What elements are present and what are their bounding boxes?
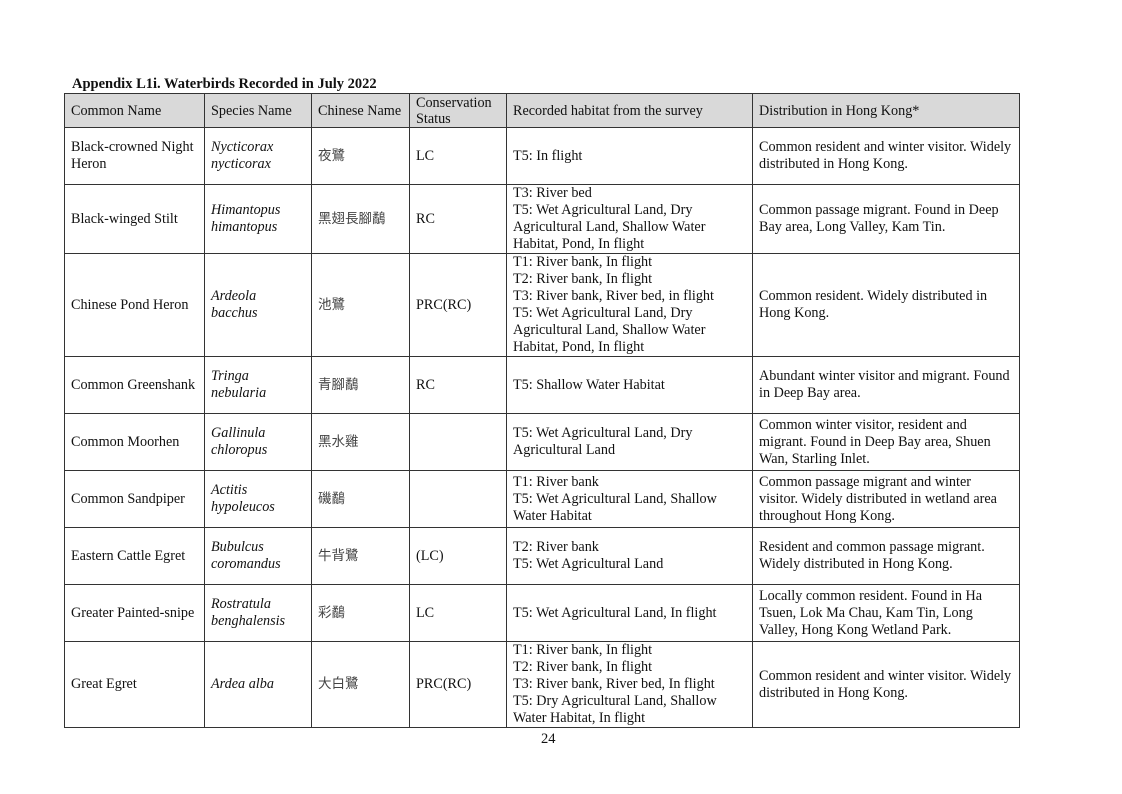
- conservation-status-cell: PRC(RC): [409, 641, 507, 728]
- header-common-name: Common Name: [64, 93, 205, 128]
- species-name-cell: Ardeola bacchus: [204, 253, 312, 357]
- species-name-cell: Ardea alba: [204, 641, 312, 728]
- recorded-habitat-cell: T5: Shallow Water Habitat: [506, 356, 753, 414]
- common-name-cell: Black-crowned Night Heron: [64, 127, 205, 185]
- conservation-status-cell: (LC): [409, 527, 507, 585]
- chinese-name-cell: 磯鷸: [311, 470, 410, 528]
- habitat-line: T5: Wet Agricultural Land, In flight: [513, 604, 717, 621]
- habitat-line: T1: River bank: [513, 473, 599, 490]
- recorded-habitat-cell: T1: River bank T5: Wet Agricultural Land,…: [506, 470, 753, 528]
- document-title: Appendix L1i. Waterbirds Recorded in Jul…: [72, 76, 377, 92]
- chinese-name-cell: 大白鷺: [311, 641, 410, 728]
- habitat-line: T1: River bank, In flight: [513, 254, 653, 270]
- table-row: Common Moorhen Gallinula chloropus 黑水雞 T5: …: [64, 413, 1020, 471]
- conservation-status-cell: [409, 413, 507, 471]
- recorded-habitat-cell: T2: River bank T5: Wet Agricultural Land: [506, 527, 753, 585]
- habitat-line: T2: River bank, In flight: [513, 659, 653, 675]
- table-header-row: Common Name Species Name Chinese Name Co…: [64, 93, 1020, 128]
- chinese-name-cell: 彩鷸: [311, 584, 410, 642]
- conservation-status-cell: LC: [409, 584, 507, 642]
- header-recorded-habitat: Recorded habitat from the survey: [506, 93, 753, 128]
- habitat-line: T5: In flight: [513, 147, 583, 164]
- table-row: Chinese Pond Heron Ardeola bacchus 池鷺 PRC(R…: [64, 253, 1020, 357]
- distribution-cell: Resident and common passage migrant. Wid…: [752, 527, 1020, 585]
- chinese-name-cell: 青腳鷸: [311, 356, 410, 414]
- habitat-line: T5: Shallow Water Habitat: [513, 376, 665, 393]
- table-row: Greater Painted-snipe Rostratula benghale…: [64, 584, 1020, 642]
- chinese-name-cell: 黑水雞: [311, 413, 410, 471]
- recorded-habitat-cell: T3: River bed T5: Wet Agricultural Land, …: [506, 184, 753, 254]
- common-name-cell: Chinese Pond Heron: [64, 253, 205, 357]
- common-name-cell: Great Egret: [64, 641, 205, 728]
- table-row: Great Egret Ardea alba 大白鷺 PRC(RC) T1: River…: [64, 641, 1020, 728]
- distribution-cell: Common resident and winter visitor. Wide…: [752, 641, 1020, 728]
- distribution-cell: Common resident and winter visitor. Wide…: [752, 127, 1020, 185]
- habitat-line: T3: River bank, River bed, In flight: [513, 676, 715, 692]
- recorded-habitat-cell: T5: In flight: [506, 127, 753, 185]
- distribution-cell: Common passage migrant. Found in Deep Ba…: [752, 184, 1020, 254]
- common-name-cell: Common Moorhen: [64, 413, 205, 471]
- conservation-status-cell: PRC(RC): [409, 253, 507, 357]
- conservation-status-cell: RC: [409, 356, 507, 414]
- habitat-line: T5: Wet Agricultural Land, Shallow Water…: [513, 490, 717, 524]
- habitat-line: T5: Wet Agricultural Land: [513, 556, 664, 572]
- distribution-cell: Locally common resident. Found in Ha Tsu…: [752, 584, 1020, 642]
- chinese-name-cell: 夜鷺: [311, 127, 410, 185]
- species-name-cell: Tringa nebularia: [204, 356, 312, 414]
- chinese-name-cell: 牛背鷺: [311, 527, 410, 585]
- habitat-line: T5: Wet Agricultural Land, Dry Agricultu…: [513, 202, 706, 252]
- species-name-cell: Bubulcus coromandus: [204, 527, 312, 585]
- distribution-cell: Common winter visitor, resident and migr…: [752, 413, 1020, 471]
- table-row: Eastern Cattle Egret Bubulcus coromandus 牛…: [64, 527, 1020, 585]
- habitat-line: T5: Wet Agricultural Land, Dry Agricultu…: [513, 425, 693, 458]
- recorded-habitat-cell: T5: Wet Agricultural Land, Dry Agricultu…: [506, 413, 753, 471]
- conservation-status-cell: LC: [409, 127, 507, 185]
- species-name-cell: Himantopus himantopus: [204, 184, 312, 254]
- recorded-habitat-cell: T5: Wet Agricultural Land, In flight: [506, 584, 753, 642]
- recorded-habitat-cell: T1: River bank, In flight T2: River bank,…: [506, 253, 753, 357]
- chinese-name-cell: 池鷺: [311, 253, 410, 357]
- habitat-line: T5: Dry Agricultural Land, Shallow Water…: [513, 693, 717, 726]
- distribution-cell: Common resident. Widely distributed in H…: [752, 253, 1020, 357]
- distribution-cell: Common passage migrant and winter visito…: [752, 470, 1020, 528]
- species-name-cell: Gallinula chloropus: [204, 413, 312, 471]
- common-name-cell: Common Greenshank: [64, 356, 205, 414]
- species-name-cell: Actitis hypoleucos: [204, 470, 312, 528]
- chinese-name-cell: 黑翅長腳鷸: [311, 184, 410, 254]
- waterbirds-table: Common Name Species Name Chinese Name Co…: [64, 93, 1020, 728]
- habitat-line: T2: River bank, In flight: [513, 271, 653, 287]
- header-species-name: Species Name: [204, 93, 312, 128]
- species-name-cell: Nycticorax nycticorax: [204, 127, 312, 185]
- habitat-line: T2: River bank: [513, 539, 599, 555]
- species-name-cell: Rostratula benghalensis: [204, 584, 312, 642]
- habitat-line: T5: Wet Agricultural Land, Dry Agricultu…: [513, 305, 706, 355]
- table-row: Black-winged Stilt Himantopus himantopus 黑…: [64, 184, 1020, 254]
- distribution-cell: Abundant winter visitor and migrant. Fou…: [752, 356, 1020, 414]
- habitat-line: T3: River bed: [513, 185, 592, 201]
- habitat-line: T3: River bank, River bed, in flight: [513, 288, 714, 304]
- common-name-cell: Black-winged Stilt: [64, 184, 205, 254]
- recorded-habitat-cell: T1: River bank, In flight T2: River bank,…: [506, 641, 753, 728]
- table-body: Black-crowned Night Heron Nycticorax nyct…: [64, 127, 1020, 728]
- header-distribution: Distribution in Hong Kong*: [752, 93, 1020, 128]
- common-name-cell: Common Sandpiper: [64, 470, 205, 528]
- page-number: 24: [541, 731, 556, 747]
- common-name-cell: Eastern Cattle Egret: [64, 527, 205, 585]
- table-row: Common Greenshank Tringa nebularia 青腳鷸 RC T5…: [64, 356, 1020, 414]
- table-row: Common Sandpiper Actitis hypoleucos 磯鷸 T1: …: [64, 470, 1020, 528]
- habitat-line: T1: River bank, In flight: [513, 642, 653, 658]
- conservation-status-cell: [409, 470, 507, 528]
- conservation-status-cell: RC: [409, 184, 507, 254]
- common-name-cell: Greater Painted-snipe: [64, 584, 205, 642]
- header-conservation-status: Conservation Status: [409, 93, 507, 128]
- header-chinese-name: Chinese Name: [311, 93, 410, 128]
- table-row: Black-crowned Night Heron Nycticorax nyct…: [64, 127, 1020, 185]
